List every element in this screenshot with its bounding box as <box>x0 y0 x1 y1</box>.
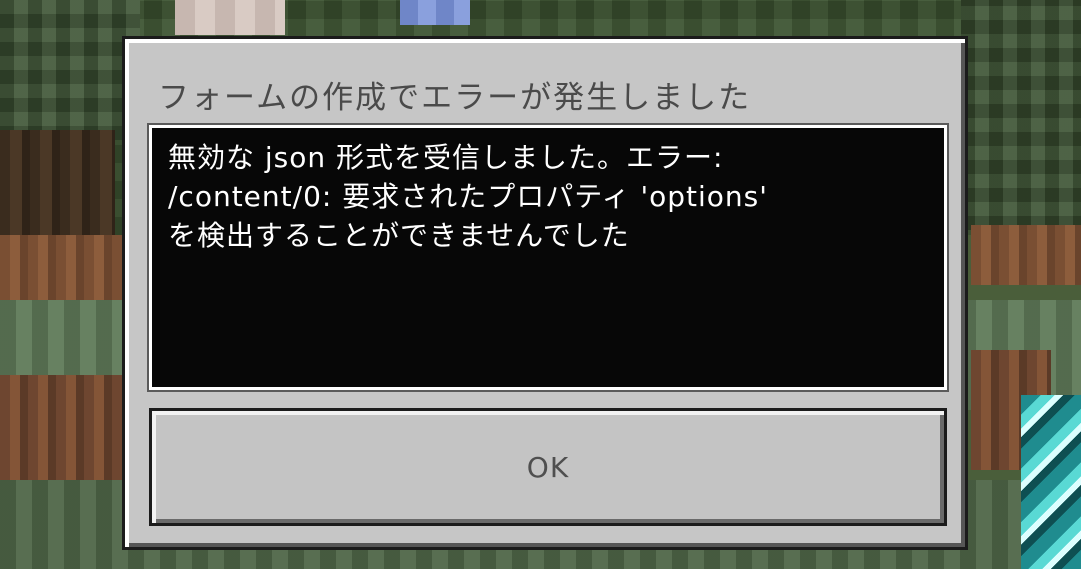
dirt-block-lower-left <box>0 375 130 495</box>
error-message-text: 無効な json 形式を受信しました。エラー: /content/0: 要求され… <box>168 141 768 252</box>
tree-leaves-left <box>0 0 140 140</box>
error-message-box: 無効な json 形式を受信しました。エラー: /content/0: 要求され… <box>147 123 949 392</box>
ok-button-label: OK <box>526 450 570 484</box>
held-diamond-item <box>1021 395 1081 569</box>
error-dialog: フォームの作成でエラーが発生しました 無効な json 形式を受信しました。エラ… <box>122 36 968 550</box>
ok-button[interactable]: OK <box>149 408 947 526</box>
sky-patch <box>175 0 285 35</box>
tree-leaves-right <box>961 0 1081 230</box>
tree-trunk <box>0 130 115 240</box>
dialog-title: フォームの作成でエラーが発生しました <box>158 80 752 116</box>
sky-patch-blue <box>400 0 470 25</box>
dirt-block-right <box>971 225 1081 285</box>
